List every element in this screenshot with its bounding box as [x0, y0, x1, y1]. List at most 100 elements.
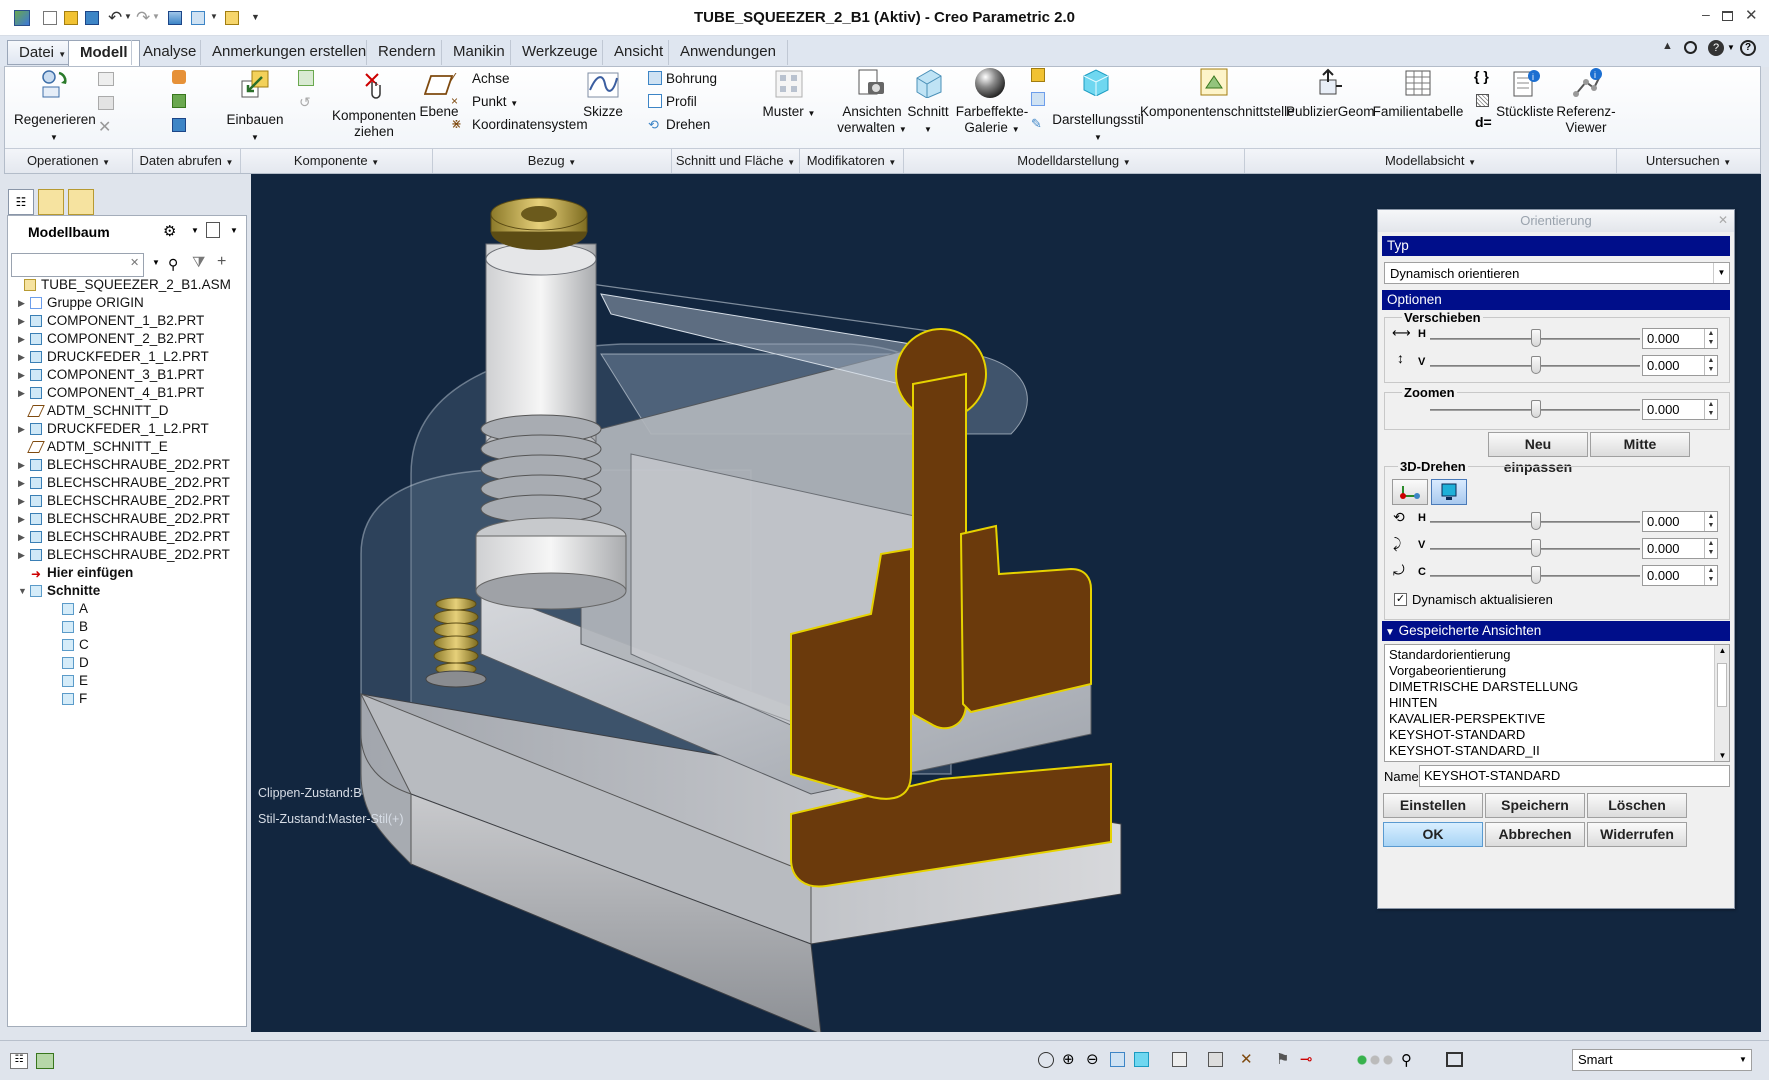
point-button[interactable]: Punkt ▼ [472, 94, 518, 112]
rot-c-slider-thumb[interactable] [1531, 566, 1541, 584]
paste-icon[interactable] [98, 96, 114, 110]
bom-button[interactable]: Stückliste [1492, 104, 1558, 120]
appearance-gallery-button[interactable]: Farbeffekte- Galerie ▼ [954, 104, 1030, 138]
search-dropdown-icon[interactable]: ▼ [152, 258, 160, 267]
component-interface-button[interactable]: Komponentenschnittstelle [1140, 104, 1295, 120]
relations-icon[interactable]: { } [1474, 68, 1489, 84]
sketch-button[interactable]: Skizze [578, 104, 628, 120]
display-style-button[interactable]: Darstellungsstil ▼ [1052, 112, 1144, 146]
expand-arrow-icon[interactable]: ▶ [18, 348, 25, 366]
tree-settings-dropdown-icon[interactable]: ▼ [191, 226, 199, 235]
saved-view-item[interactable]: KAVALIER-PERSPEKTIVE [1389, 711, 1545, 727]
view-manager-icon[interactable] [1208, 1052, 1223, 1067]
widerrufen-button[interactable]: Widerrufen [1587, 822, 1687, 847]
help-icon[interactable]: ? [1708, 40, 1724, 56]
ptc-help-icon[interactable]: ? [1740, 40, 1756, 56]
tab-manikin[interactable]: Manikin [441, 40, 516, 65]
pattern-button[interactable]: Muster ▼ [754, 104, 824, 122]
mitte-button[interactable]: Mitte [1590, 432, 1690, 457]
saved-view-item[interactable]: HINTEN [1389, 695, 1437, 711]
group-schnitt-flaeche[interactable]: Schnitt und Fläche ▼ [672, 148, 800, 173]
name-input[interactable]: KEYSHOT-STANDARD [1419, 765, 1730, 787]
saved-views-scrollbar[interactable]: ▲ ▼ [1714, 645, 1729, 761]
typ-select[interactable]: Dynamisch orientieren ▼ [1384, 262, 1730, 284]
expand-arrow-icon[interactable]: ▶ [18, 492, 25, 510]
expanded-arrow-icon[interactable]: ▼ [18, 582, 27, 600]
tab-werkzeuge[interactable]: Werkzeuge [510, 40, 609, 65]
scroll-thumb[interactable] [1717, 663, 1727, 707]
tree-search-input[interactable] [11, 253, 144, 277]
tab-folder-browser[interactable] [38, 189, 64, 215]
pan-v-slider-thumb[interactable] [1531, 356, 1541, 374]
tab-analyse[interactable]: Analyse [131, 40, 207, 65]
tab-ansicht[interactable]: Ansicht [602, 40, 674, 65]
saved-views-status-icon[interactable] [1172, 1052, 1187, 1067]
rotate-origin-button[interactable] [1392, 479, 1428, 505]
csys-button[interactable]: Koordinatensystem [472, 117, 588, 133]
zoom-in-icon[interactable]: ⊕ [1062, 1050, 1075, 1068]
group-daten-abrufen[interactable]: Daten abrufen ▼ [133, 148, 241, 173]
expand-arrow-icon[interactable]: ▶ [18, 330, 25, 348]
maximize-button[interactable] [1722, 11, 1733, 21]
expand-arrow-icon[interactable]: ▶ [18, 294, 25, 312]
toggle-navigator-icon[interactable]: ☷ [10, 1053, 28, 1069]
scroll-up-icon[interactable]: ▲ [1715, 646, 1730, 655]
collapse-ribbon-icon[interactable]: ▲ [1662, 40, 1673, 52]
repeat-icon[interactable]: ↺ [299, 94, 311, 111]
saved-view-item[interactable]: DIMETRISCHE DARSTELLUNG [1389, 679, 1578, 695]
pan-v-input[interactable]: 0.000 ▲ ▼ [1642, 355, 1718, 376]
group-modellabsicht[interactable]: Modellabsicht ▼ [1245, 148, 1617, 173]
find-icon[interactable]: ⚲ [168, 256, 178, 273]
pan-h-input[interactable]: 0.000 ▲ ▼ [1642, 328, 1718, 349]
rotate-screen-button[interactable] [1431, 479, 1467, 505]
extrude-button[interactable]: Profil [666, 94, 697, 110]
tab-modell[interactable]: Modell [68, 40, 140, 67]
datum-display-icon[interactable]: ✕ [1240, 1050, 1253, 1068]
rot-h-input[interactable]: 0.000 ▲ ▼ [1642, 511, 1718, 532]
family-table-button[interactable]: Familientabelle [1372, 104, 1464, 120]
dynamic-update-checkbox[interactable]: ✓ [1394, 593, 1407, 606]
zoom-out-icon[interactable]: ⊖ [1086, 1050, 1099, 1068]
find-status-icon[interactable]: ⚲ [1401, 1051, 1412, 1069]
abbrechen-button[interactable]: Abbrechen [1485, 822, 1585, 847]
expand-arrow-icon[interactable]: ▶ [18, 384, 25, 402]
axis-button[interactable]: Achse [472, 71, 510, 87]
saved-view-item[interactable]: KEYSHOT-STANDARD [1389, 727, 1525, 743]
expand-arrow-icon[interactable]: ▶ [18, 528, 25, 546]
zoom-input[interactable]: 0.000 ▲ ▼ [1642, 399, 1718, 420]
tab-favorites[interactable] [68, 189, 94, 215]
tab-anwendungen[interactable]: Anwendungen [668, 40, 788, 65]
regenerate-button[interactable]: Regenerieren ▼ [14, 112, 96, 146]
search-icon[interactable] [1684, 41, 1697, 54]
delete-icon[interactable]: ✕ [98, 117, 111, 137]
show-icon[interactable] [206, 222, 220, 238]
saved-views-header[interactable]: ▼ Gespeicherte Ansichten [1382, 621, 1730, 641]
rot-h-slider-thumb[interactable] [1531, 512, 1541, 530]
saved-view-item[interactable]: Standardorientierung [1389, 647, 1510, 663]
saved-view-item[interactable]: KEYSHOT-STANDARD_II [1389, 743, 1540, 759]
expand-arrow-icon[interactable]: ▶ [18, 366, 25, 384]
render-settings-icon[interactable]: ✎ [1031, 116, 1042, 132]
loeschen-button[interactable]: Löschen [1587, 793, 1687, 818]
ok-button[interactable]: OK [1383, 822, 1483, 847]
group-untersuchen[interactable]: Untersuchen ▼ [1617, 148, 1760, 173]
group-operationen[interactable]: Operationen ▼ [5, 148, 133, 173]
revolve-button[interactable]: Drehen [666, 117, 710, 133]
browser-toggle-icon[interactable] [36, 1053, 54, 1069]
publish-geom-button[interactable]: PublizierGeom [1286, 104, 1375, 120]
tab-rendern[interactable]: Rendern [366, 40, 447, 65]
saved-views-list[interactable]: Standardorientierung Vorgabeorientierung D… [1384, 644, 1730, 762]
expand-arrow-icon[interactable]: ▶ [18, 546, 25, 564]
shrinkwrap-icon[interactable] [172, 70, 186, 84]
einstellen-button[interactable]: Einstellen [1383, 793, 1483, 818]
rot-v-input[interactable]: 0.000 ▲ ▼ [1642, 538, 1718, 559]
copy-geom-icon[interactable] [172, 118, 186, 132]
saved-view-item[interactable]: Vorgabeorientierung [1389, 663, 1506, 679]
assemble-button[interactable]: Einbauen ▼ [222, 112, 288, 146]
reference-viewer-button[interactable]: Referenz- Viewer [1555, 104, 1617, 136]
perspective-icon[interactable] [1031, 92, 1045, 106]
filter-icon[interactable]: ⧩ [192, 254, 205, 271]
copy-icon[interactable] [98, 72, 114, 86]
hole-button[interactable]: Bohrung [666, 71, 717, 87]
help-dropdown-icon[interactable]: ▼ [1727, 43, 1735, 52]
